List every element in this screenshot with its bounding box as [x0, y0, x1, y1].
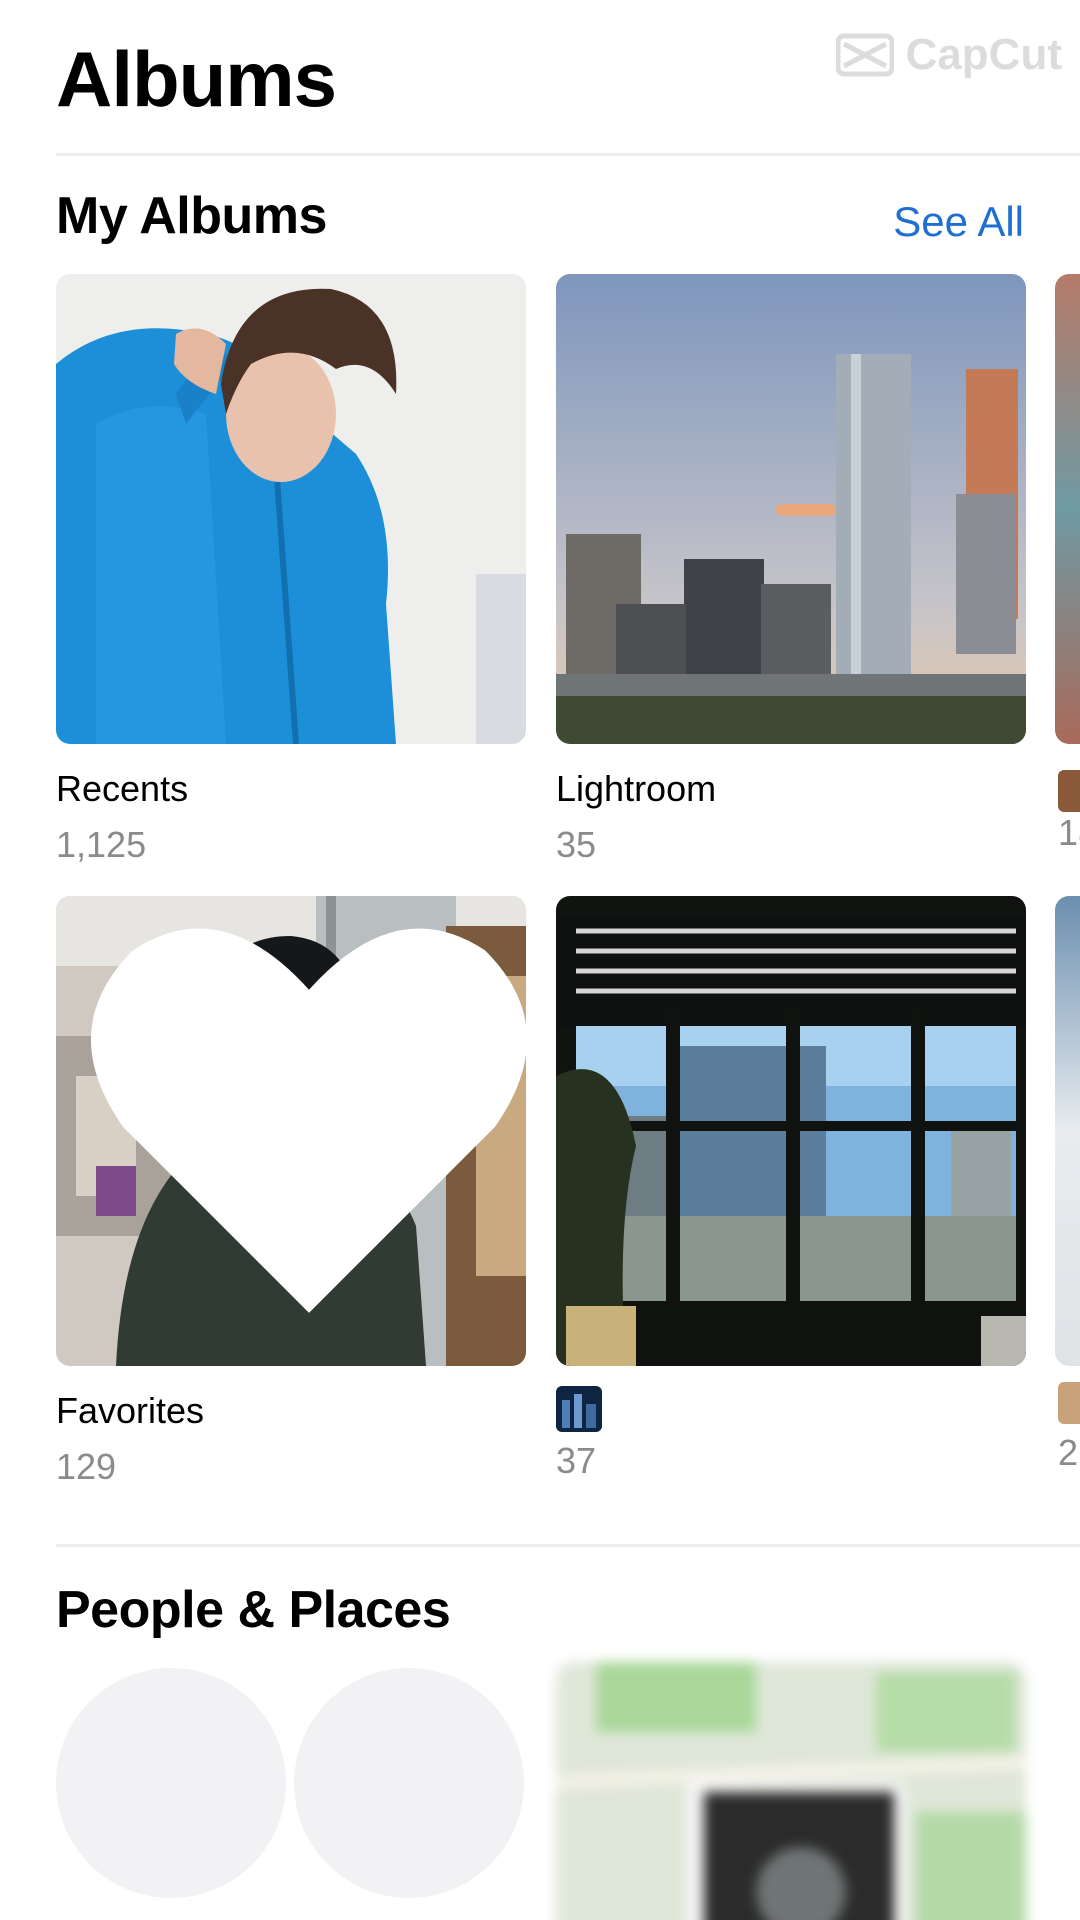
album-thumbnail[interactable] — [56, 896, 526, 1366]
my-albums-title: My Albums — [56, 187, 327, 245]
capcut-watermark: CapCut — [835, 30, 1062, 80]
album-count: 129 — [56, 1446, 117, 1487]
album-mini-thumbnail-partial — [1058, 1382, 1080, 1424]
album-count: 1,125 — [56, 824, 147, 865]
people-placeholder[interactable] — [294, 1668, 524, 1898]
album-count-partial: 18 — [1058, 812, 1080, 853]
album-thumbnail[interactable] — [56, 274, 526, 744]
album-thumbnail[interactable] — [556, 896, 1026, 1366]
album-name: Favorites — [56, 1390, 205, 1431]
album-recents[interactable]: Recents 1,125 — [56, 274, 526, 866]
album-thumbnail-partial[interactable] — [1055, 896, 1080, 1366]
album-mini-thumbnail-partial — [1058, 770, 1080, 812]
people-places-title: People & Places — [56, 1581, 451, 1639]
page-title: Albums — [56, 35, 337, 123]
album-untitled[interactable]: 37 — [556, 896, 1026, 1482]
header-divider — [56, 153, 1080, 156]
album-thumbnail[interactable] — [556, 274, 1026, 744]
see-all-button[interactable]: See All — [893, 198, 1024, 246]
album-count: 35 — [556, 824, 597, 865]
album-name: Lightroom — [556, 768, 717, 809]
capcut-logo-icon — [835, 33, 894, 77]
section-divider — [56, 1544, 1080, 1547]
heart-icon — [90, 928, 526, 1313]
watermark-text: CapCut — [905, 30, 1062, 79]
places-map-thumbnail[interactable] — [556, 1662, 1026, 1920]
albums-screen: Albums CapCut My Albums See All Recents — [0, 0, 1080, 1920]
album-count: 37 — [556, 1440, 597, 1481]
album-name: Recents — [56, 768, 189, 809]
album-favorites[interactable]: Favorites 129 — [56, 896, 526, 1488]
album-count-partial: 2 — [1058, 1432, 1079, 1473]
people-placeholder[interactable] — [56, 1668, 286, 1898]
album-mini-thumbnail — [556, 1386, 602, 1432]
album-lightroom[interactable]: Lightroom 35 — [556, 274, 1026, 866]
album-thumbnail-partial[interactable] — [1055, 274, 1080, 744]
